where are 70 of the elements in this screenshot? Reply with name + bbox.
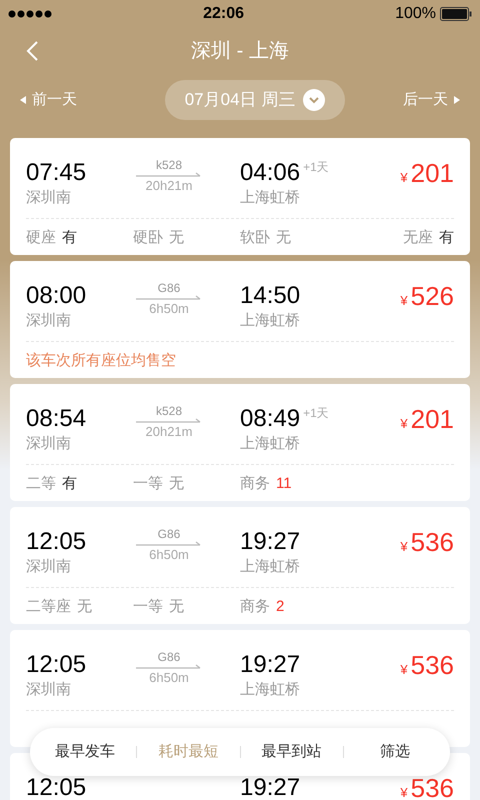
- departure-time: 08:00: [26, 281, 88, 311]
- seat-class: 一等: [133, 597, 163, 617]
- train-number: G86: [158, 281, 180, 295]
- price: 536: [410, 650, 454, 680]
- arrival-station: 上海虹桥: [240, 311, 300, 331]
- duration: 6h50m: [149, 547, 189, 563]
- train-number: k528: [156, 158, 182, 172]
- seat-class: 硬卧: [133, 228, 163, 248]
- seat-availability: 无: [169, 228, 184, 248]
- seat-class: 软卧: [240, 228, 270, 248]
- price: 536: [410, 773, 454, 800]
- duration: 20h21m: [146, 424, 192, 440]
- departure-time: 07:45: [26, 158, 88, 188]
- seat-class: 商务: [240, 597, 270, 617]
- battery-percent: 100%: [395, 4, 436, 24]
- price: 201: [410, 404, 454, 434]
- currency-symbol: ¥: [400, 661, 408, 679]
- arrival-time: 19:27: [240, 527, 300, 557]
- seat-availability: 2: [276, 597, 284, 617]
- currency-symbol: ¥: [400, 415, 408, 433]
- arrival-time: 19:27: [240, 650, 300, 680]
- seat-class: 二等座: [26, 597, 71, 617]
- departure-station: 深圳南: [26, 188, 72, 208]
- seat-availability: 无: [276, 228, 291, 248]
- seat-availability: 无: [169, 474, 184, 494]
- price: 536: [410, 527, 454, 557]
- train-number: k528: [156, 404, 182, 418]
- duration: 20h21m: [146, 178, 192, 194]
- seat-class: 一等: [133, 474, 163, 494]
- arrival-station: 上海虹桥: [240, 188, 301, 208]
- seat-class: 商务: [240, 474, 270, 494]
- train-number: G86: [158, 527, 180, 541]
- next-day-mark: +1天: [303, 406, 329, 420]
- seat-class: 无座: [403, 228, 433, 248]
- duration: 6h50m: [149, 670, 189, 686]
- departure-station: 深圳南: [26, 680, 72, 700]
- duration: 6h50m: [149, 301, 189, 317]
- arrival-time: 04:06: [240, 158, 300, 188]
- departure-time: 12:05: [26, 527, 88, 557]
- departure-station: 深圳南: [26, 311, 72, 331]
- arrival-station: 上海虹桥: [240, 434, 301, 454]
- seat-availability: 有: [62, 474, 77, 494]
- seat-availability: 11: [276, 474, 292, 494]
- departure-station: 深圳南: [26, 434, 72, 454]
- route-title: 深圳 - 上海: [191, 39, 289, 64]
- arrival-station: 上海虹桥: [240, 680, 300, 700]
- departure-time: 12:05: [26, 773, 88, 800]
- seat-class: 硬座: [26, 228, 56, 248]
- sold-out-notice: 该车次所有座位均售空: [26, 351, 177, 371]
- currency-symbol: ¥: [400, 784, 408, 800]
- price: 201: [410, 158, 454, 188]
- arrival-time: 08:49: [240, 404, 300, 434]
- currency-symbol: ¥: [400, 538, 408, 556]
- currency-symbol: ¥: [400, 292, 408, 310]
- departure-time: 12:05: [26, 650, 88, 680]
- train-number: G86: [158, 650, 180, 664]
- seat-class: 二等: [26, 474, 56, 494]
- arrival-time: 19:27: [240, 773, 300, 800]
- status-time: 22:06: [203, 4, 244, 24]
- arrival-station: 上海虹桥: [240, 557, 300, 577]
- arrival-time: 14:50: [240, 281, 300, 311]
- currency-symbol: ¥: [400, 169, 408, 187]
- departure-time: 08:54: [26, 404, 88, 434]
- departure-station: 深圳南: [26, 557, 72, 577]
- seat-availability: 无: [77, 597, 92, 617]
- seat-availability: 有: [439, 228, 454, 248]
- next-day-mark: +1天: [303, 160, 329, 174]
- price: 526: [410, 281, 454, 311]
- seat-availability: 有: [62, 228, 77, 248]
- seat-availability: 无: [169, 597, 184, 617]
